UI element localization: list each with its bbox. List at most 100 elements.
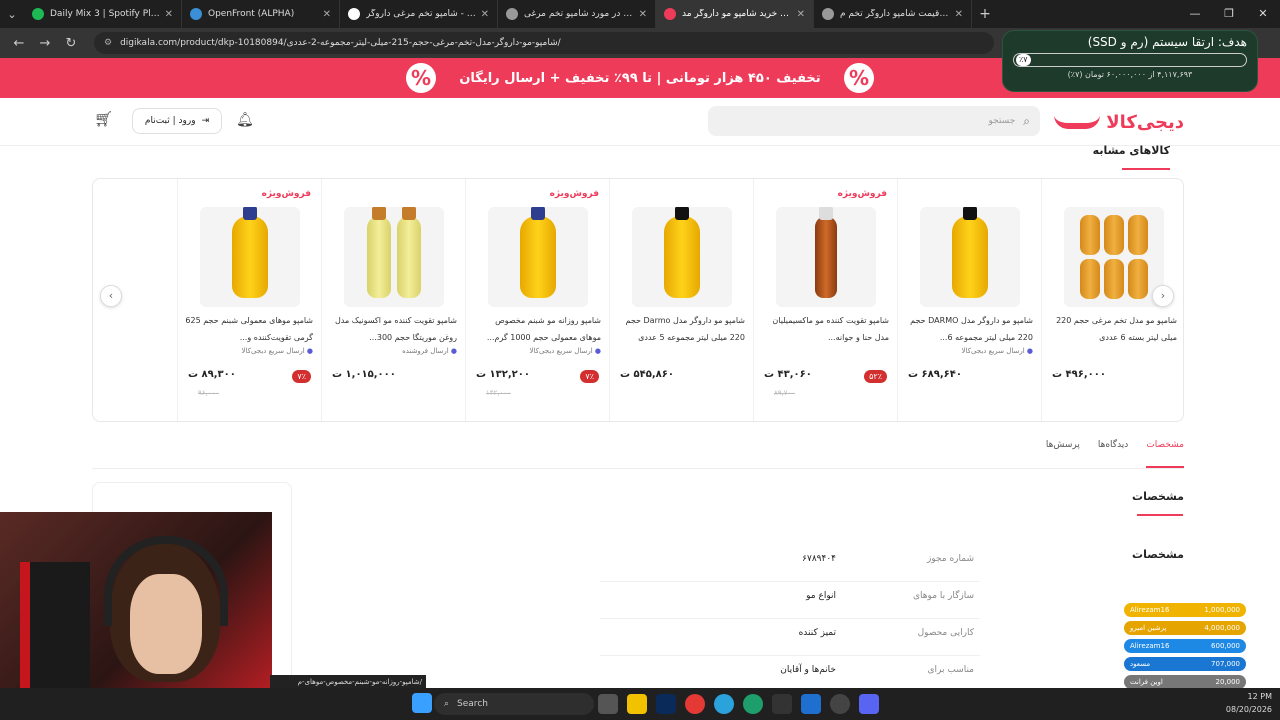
product-image[interactable] — [488, 207, 588, 307]
carousel-next-icon[interactable]: › — [1152, 285, 1174, 307]
tab-close-icon[interactable]: ✕ — [955, 9, 963, 20]
app-icon[interactable] — [772, 694, 792, 714]
browser-tab[interactable]: خرید و قیمت شامپو داروگر تخم م ✕ — [814, 0, 972, 28]
url-field[interactable]: ⚙ digikala.com/product/dkp-10180894/شامپو… — [94, 32, 994, 54]
product-name[interactable]: شامپو تقویت کننده مو اکسونیک مدل روغن مو… — [328, 312, 457, 346]
url-text: digikala.com/product/dkp-10180894/شامپو-… — [120, 38, 561, 48]
shipping-label: ارسال فروشنده — [402, 347, 457, 355]
product-name[interactable]: شامپو مو مدل تخم مرغی حجم 220 میلی لیتر … — [1048, 312, 1177, 346]
windows-start-icon[interactable] — [412, 693, 432, 713]
bell-icon[interactable]: 🔔︎ — [236, 112, 254, 128]
section-underline — [1122, 168, 1170, 170]
minimize-icon[interactable]: — — [1178, 0, 1212, 28]
chrome-icon[interactable] — [685, 694, 705, 714]
discount-badge: ۵۲٪ — [864, 370, 887, 383]
tab-close-icon[interactable]: ✕ — [481, 9, 489, 20]
tab-label: OpenFront (ALPHA) — [208, 9, 295, 19]
new-tab-button[interactable]: + — [972, 6, 998, 22]
product-price: ۸۹,۳۰۰ ت — [188, 369, 236, 380]
forward-icon[interactable]: → — [32, 36, 58, 51]
tab-1[interactable]: دیدگاه‌ها — [1098, 440, 1128, 468]
tab-close-icon[interactable]: ✕ — [323, 9, 331, 20]
donation-amount: 707,000 — [1211, 660, 1240, 668]
discord-icon[interactable] — [859, 694, 879, 714]
donor-name: مسعود — [1130, 660, 1151, 668]
product-card[interactable]: شامپو مو داروگر مدل DARMO حجم 220 میلی ل… — [897, 179, 1041, 421]
price-value: ۱۳۲,۲۰۰ — [489, 369, 530, 380]
donor-name: Alirezam16 — [1130, 606, 1170, 614]
special-sale-label: فروش‌ویژه — [549, 189, 599, 199]
search-input[interactable]: جستجو ⌕ — [708, 106, 1040, 136]
product-name[interactable]: شامپو مو داروگر مدل Darmo حجم 220 میلی ل… — [616, 312, 745, 346]
product-image[interactable] — [632, 207, 732, 307]
product-card[interactable]: فروش‌ویژه شامپو روزانه مو شبنم مخصوص موها… — [465, 179, 609, 421]
product-card[interactable]: شامپو مو داروگر مدل Darmo حجم 220 میلی ل… — [609, 179, 753, 421]
product-name[interactable]: شامپو مو داروگر مدل DARMO حجم 220 میلی ل… — [904, 312, 1033, 346]
telegram-icon[interactable] — [714, 694, 734, 714]
product-image[interactable] — [200, 207, 300, 307]
percent-badge-right: % — [844, 63, 874, 93]
donation-amount: 4,000,000 — [1204, 624, 1240, 632]
system-clock[interactable]: 12 PM 08/20/2026 — [1226, 690, 1272, 716]
price-value: ۱,۰۱۵,۰۰۰ — [345, 369, 396, 380]
donation-amount: 600,000 — [1211, 642, 1240, 650]
product-card[interactable]: فروش‌ویژه شامپو موهای معمولی شبنم حجم 625… — [177, 179, 321, 421]
browser-tab[interactable]: شامپو تخم مرغی داروگر - Search ✕ — [340, 0, 498, 28]
photoshop-icon[interactable] — [656, 694, 676, 714]
tab-close-icon[interactable]: ✕ — [797, 9, 805, 20]
carousel-prev-icon[interactable]: ‹ — [100, 285, 122, 307]
reload-icon[interactable]: ↻ — [58, 36, 84, 51]
task-view-icon[interactable] — [598, 694, 618, 714]
close-window-icon[interactable]: ✕ — [1246, 0, 1280, 28]
site-header: دیجی‌کالا جستجو ⌕ ورود | ثبت‌نام ⇥ 🔔︎ 🛒︎ — [0, 98, 1280, 146]
product-image[interactable] — [920, 207, 1020, 307]
product-card[interactable]: فروش‌ویژه شامپو تقویت کننده مو ماکسیمیلیا… — [753, 179, 897, 421]
product-card[interactable]: شامپو تقویت کننده مو اکسونیک مدل روغن مو… — [321, 179, 465, 421]
obs-icon[interactable] — [830, 694, 850, 714]
tab-search-menu-icon[interactable]: ⌄ — [0, 8, 24, 21]
taskbar-search[interactable]: ⌕ Search — [434, 693, 594, 715]
tab-label: شامپو تخم مرغی داروگر - Search — [366, 9, 477, 19]
tab-label: نظراتون در مورد شامپو تخم مرغی — [524, 9, 635, 19]
product-price: ۴۳,۰۶۰ ت — [764, 369, 812, 380]
old-price: ۹۶,۰۰۰ — [198, 389, 220, 397]
currency-icon: ت — [620, 369, 631, 380]
tab-favicon-icon — [190, 8, 202, 20]
product-image[interactable] — [344, 207, 444, 307]
tab-0[interactable]: مشخصات — [1146, 440, 1184, 468]
currency-icon: ت — [1052, 369, 1063, 380]
tab-close-icon[interactable]: ✕ — [639, 9, 647, 20]
donation-item: Alirezam16 1,000,000 — [1124, 603, 1246, 617]
digikala-logo[interactable]: دیجی‌کالا — [1054, 108, 1184, 136]
taskbar-start — [412, 693, 432, 713]
browser-tab[interactable]: نظراتون در مورد شامپو تخم مرغی ✕ — [498, 0, 656, 28]
discount-badge: ۷٪ — [580, 370, 599, 383]
site-info-icon[interactable]: ⚙ — [104, 38, 112, 48]
product-image[interactable] — [1064, 207, 1164, 307]
product-name[interactable]: شامپو تقویت کننده مو ماکسیمیلیان مدل حنا… — [760, 312, 889, 346]
product-name[interactable]: شامپو روزانه مو شبنم مخصوص موهای معمولی … — [472, 312, 601, 346]
browser-tab[interactable]: قیمت و خرید شامپو مو داروگر مد ✕ — [656, 0, 814, 28]
edge-icon[interactable] — [743, 694, 763, 714]
tab-favicon-icon — [822, 8, 834, 20]
specs-subtitle: مشخصات — [1132, 548, 1184, 561]
cart-icon[interactable]: 🛒︎ — [94, 110, 113, 128]
login-button[interactable]: ورود | ثبت‌نام ⇥ — [132, 108, 222, 134]
browser-tab[interactable]: Daily Mix 3 | Spotify Playlist ✕ — [24, 0, 182, 28]
tab-2[interactable]: پرسش‌ها — [1046, 440, 1080, 468]
product-image[interactable] — [776, 207, 876, 307]
donation-amount: 20,000 — [1215, 678, 1241, 686]
back-icon[interactable]: ← — [6, 36, 32, 51]
maximize-icon[interactable]: ❐ — [1212, 0, 1246, 28]
spec-row: سازگار با موهای انواع مو — [600, 583, 980, 619]
clock-date: 08/20/2026 — [1225, 705, 1272, 714]
spec-row: شماره مجوز ۶۷۸۹۴۰۴ — [600, 546, 980, 582]
product-name[interactable]: شامپو موهای معمولی شبنم حجم 625 گرمی تقو… — [184, 312, 313, 346]
goal-title: هدف: ارتقا سیستم (رم و SSD) — [1087, 35, 1247, 49]
spec-key: کارایی محصول — [917, 628, 974, 638]
shipping-label: ارسال سریع دیجی‌کالا — [530, 347, 601, 355]
vscode-icon[interactable] — [801, 694, 821, 714]
tab-close-icon[interactable]: ✕ — [165, 9, 173, 20]
file-explorer-icon[interactable] — [627, 694, 647, 714]
browser-tab[interactable]: OpenFront (ALPHA) ✕ — [182, 0, 340, 28]
